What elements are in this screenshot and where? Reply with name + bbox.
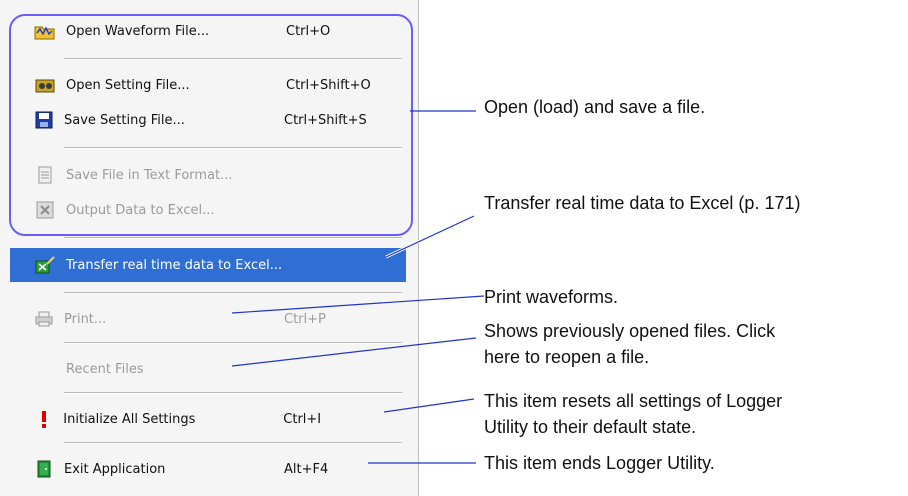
callout-initialize: This item resets all settings of Logger … [484,388,782,440]
callout-recent-line2: here to reopen a file. [484,347,650,367]
callout-print: Print waveforms. [484,287,619,307]
leader-print [231,295,485,314]
leader-transfer [385,215,475,258]
leader-recent [231,337,477,367]
leader-initialize [383,398,475,413]
callout-recent-line1: Shows previously opened files. Click [484,321,776,341]
callout-open-save: Open (load) and save a file. [484,97,706,117]
callout-exit: This item ends Logger Utility. [484,453,715,473]
callout-initialize-line2: Utility to their default state. [484,417,697,437]
callout-transfer: Transfer real time data to Excel (p. 171… [484,193,801,213]
callout-initialize-line1: This item resets all settings of Logger [484,391,783,411]
callout-recent-files: Shows previously opened files. Click her… [484,318,775,370]
